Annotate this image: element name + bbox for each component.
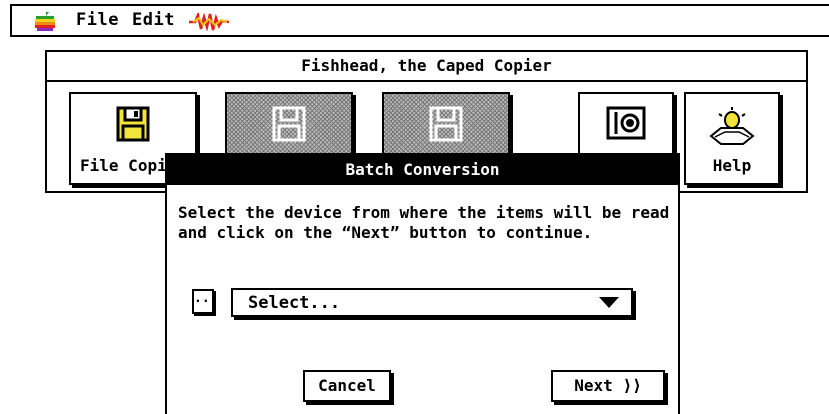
- menu-bar: File Edit: [10, 4, 829, 37]
- menu-file[interactable]: File: [76, 10, 119, 30]
- device-select-value: Select...: [248, 293, 341, 313]
- dropdown-arrow-icon: [599, 297, 619, 308]
- batch-conversion-dialog: Batch Conversion Select the device from …: [165, 153, 680, 414]
- dialog-instructions: Select the device from where the items w…: [178, 203, 670, 242]
- next-button[interactable]: Next ⟩⟩: [551, 370, 665, 402]
- floppy-disk-icon: [272, 106, 306, 142]
- sound-wave-icon[interactable]: [189, 13, 229, 31]
- disk-drive-icon: [606, 106, 646, 140]
- window-title: Fishhead, the Caped Copier: [47, 52, 806, 82]
- apple-menu-icon[interactable]: [34, 12, 56, 32]
- browse-button[interactable]: ...: [192, 289, 217, 314]
- menu-edit[interactable]: Edit: [132, 10, 175, 30]
- help-button[interactable]: Help: [684, 92, 780, 185]
- cancel-button[interactable]: Cancel: [303, 370, 391, 402]
- floppy-disk-icon: [429, 106, 463, 142]
- device-select[interactable]: Select...: [231, 288, 633, 317]
- help-label: Help: [712, 156, 752, 175]
- lightbulb-help-icon: [709, 107, 755, 145]
- dialog-title: Batch Conversion: [167, 155, 678, 185]
- floppy-disk-icon: [116, 106, 150, 142]
